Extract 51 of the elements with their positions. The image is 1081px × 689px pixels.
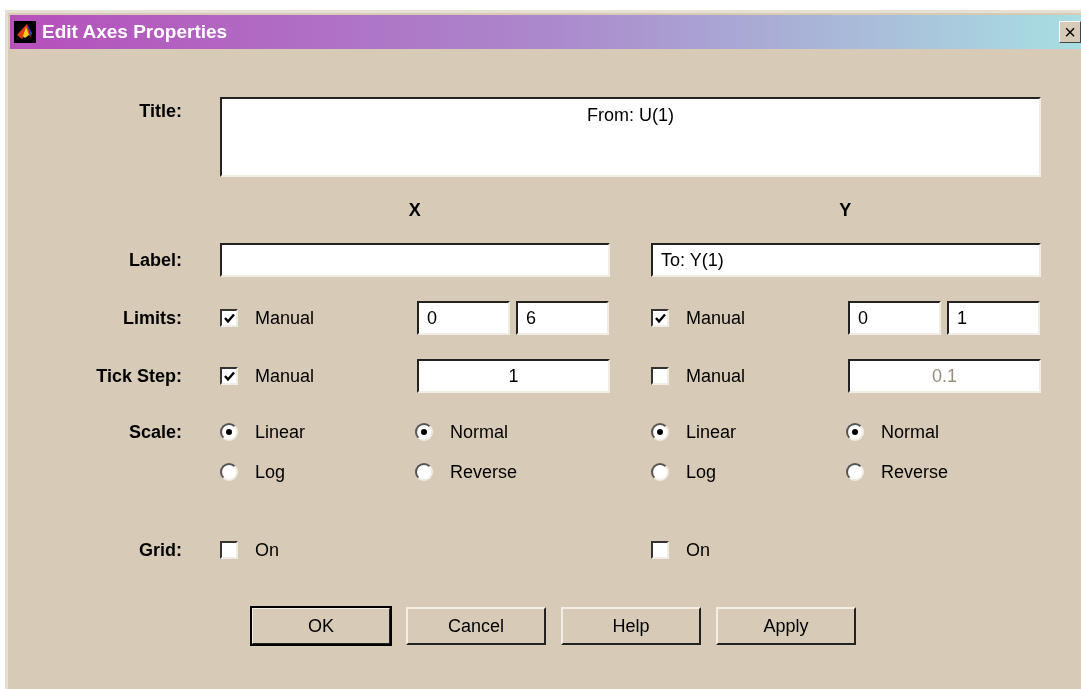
radio-button[interactable] [415, 463, 433, 481]
dialog-button[interactable]: Help [561, 607, 701, 645]
field-label: Scale: [127, 421, 182, 444]
radio-button[interactable] [220, 423, 238, 441]
window-title: Edit Axes Properties [42, 21, 229, 43]
radio-button[interactable] [220, 463, 238, 481]
radio-label: Normal [450, 421, 508, 443]
dialog-button[interactable]: OK [251, 607, 391, 645]
checkbox[interactable] [651, 309, 669, 327]
radio-button[interactable] [846, 423, 864, 441]
checkbox-label: Manual [255, 307, 315, 329]
radio-label: Log [686, 461, 717, 483]
close-button[interactable]: × [1059, 21, 1081, 43]
min-field[interactable]: 0 [848, 301, 941, 335]
app-icon [14, 21, 36, 43]
field-label: Title: [138, 100, 182, 122]
axis-heading: X [407, 199, 422, 221]
radio-button[interactable] [651, 423, 669, 441]
checkbox-label: Manual [686, 307, 746, 329]
checkbox-label: Manual [255, 365, 315, 387]
dialog-button[interactable]: Apply [716, 607, 856, 645]
checkbox[interactable] [220, 367, 238, 385]
min-field[interactable]: 0 [417, 301, 510, 335]
checkbox-label: Manual [686, 365, 746, 387]
radio-label: Reverse [881, 461, 949, 483]
checkbox-label: On [255, 539, 279, 561]
max-field[interactable]: 1 [947, 301, 1040, 335]
tick-step-field[interactable]: 1 [417, 359, 610, 393]
checkbox[interactable] [651, 367, 669, 385]
axis-heading: Y [838, 199, 853, 221]
radio-label: Reverse [450, 461, 518, 483]
max-field[interactable]: 6 [516, 301, 609, 335]
radio-label: Log [255, 461, 286, 483]
radio-label: Linear [255, 421, 306, 443]
checkbox[interactable] [651, 541, 669, 559]
checkbox[interactable] [220, 541, 238, 559]
field-label: Label: [128, 249, 182, 271]
field-label: Limits: [122, 307, 182, 329]
dialog-button[interactable]: Cancel [406, 607, 546, 645]
radio-button[interactable] [651, 463, 669, 481]
radio-label: Linear [686, 421, 737, 443]
field-label: Grid: [138, 539, 182, 561]
radio-button[interactable] [846, 463, 864, 481]
label-field[interactable]: To: Y(1) [651, 243, 1041, 277]
label-field[interactable] [220, 243, 610, 277]
checkbox-label: On [686, 539, 710, 561]
radio-label: Normal [881, 421, 939, 443]
title-field[interactable]: From: U(1) [220, 97, 1041, 177]
field-label: Tick Step: [95, 365, 182, 387]
radio-button[interactable] [415, 423, 433, 441]
checkbox[interactable] [220, 309, 238, 327]
